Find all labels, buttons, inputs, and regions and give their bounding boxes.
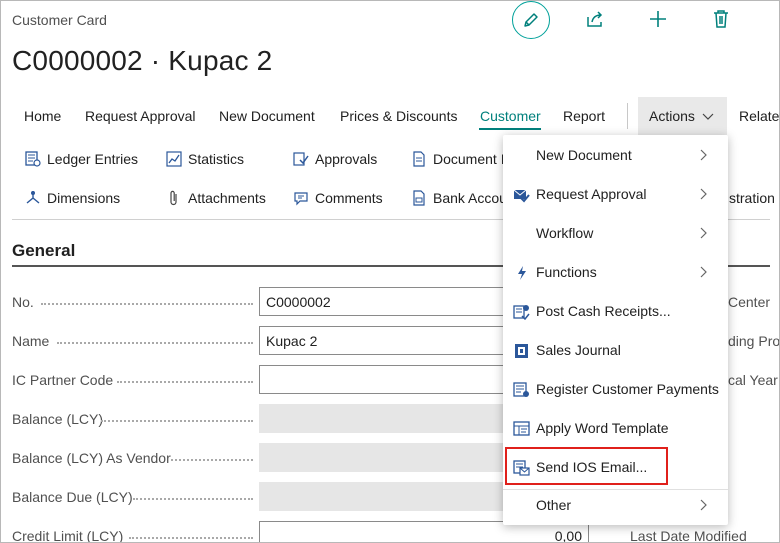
menu-item-label: Sales Journal xyxy=(536,342,621,358)
promoted-label: Dimensions xyxy=(47,190,121,206)
comment-icon xyxy=(293,190,309,206)
customer-card-page: Customer Card C0000002 · Kupac 2 Home Re… xyxy=(0,0,780,543)
menu-item-apply-word-template[interactable]: Apply Word Template xyxy=(503,410,728,446)
paperclip-icon xyxy=(166,190,182,206)
field-label-no: No. xyxy=(12,294,34,310)
right-label-last-date-modified: Last Date Modified xyxy=(630,528,747,543)
pencil-icon xyxy=(524,13,538,27)
action-report[interactable]: Report xyxy=(563,108,605,124)
field-label-balance-lcy-as-vendor: Balance (LCY) As Vendor xyxy=(12,450,171,466)
promoted-approvals[interactable]: Approvals xyxy=(293,151,377,167)
field-label-balance-due-lcy: Balance Due (LCY) xyxy=(12,489,133,505)
leader-dots xyxy=(133,498,253,500)
action-home[interactable]: Home xyxy=(24,108,61,124)
menu-item-label: Workflow xyxy=(536,225,594,241)
actions-label: Actions xyxy=(649,108,695,124)
action-customer[interactable]: Customer xyxy=(480,108,541,124)
chevron-right-icon xyxy=(700,499,707,511)
action-bar-separator xyxy=(627,103,628,129)
menu-item-other[interactable]: Other xyxy=(503,487,728,523)
menu-item-label: Functions xyxy=(536,264,597,280)
document-icon xyxy=(411,151,427,167)
menu-item-label: Request Approval xyxy=(536,186,647,202)
promoted-label: Approvals xyxy=(315,151,378,167)
promoted-label: Bank Accou xyxy=(433,190,507,206)
action-new-document[interactable]: New Document xyxy=(219,108,315,124)
right-label-center: Center xyxy=(728,294,771,310)
promoted-label: Statistics xyxy=(188,151,245,167)
ledger-icon xyxy=(25,151,41,167)
menu-item-label: Register Customer Payments xyxy=(536,381,719,397)
promoted-document[interactable]: Document I xyxy=(411,151,505,167)
share-icon xyxy=(587,11,603,27)
leader-dots xyxy=(57,342,253,344)
plus-icon xyxy=(650,11,666,27)
active-tab-underline xyxy=(479,128,541,130)
promoted-comments[interactable]: Comments xyxy=(293,190,383,206)
action-request-approval[interactable]: Request Approval xyxy=(85,108,196,124)
lightning-icon xyxy=(513,264,530,281)
chevron-right-icon xyxy=(700,149,707,161)
journal-icon xyxy=(513,342,530,359)
approvals-icon xyxy=(293,151,309,167)
record-title: C0000002 · Kupac 2 xyxy=(12,45,273,76)
menu-item-register-customer-payments[interactable]: Register Customer Payments xyxy=(503,371,728,407)
chevron-right-icon xyxy=(700,266,707,278)
menu-item-label: Other xyxy=(536,497,572,513)
delete-button[interactable] xyxy=(709,7,733,31)
edit-button[interactable] xyxy=(512,1,550,39)
approve-icon xyxy=(513,186,530,203)
promoted-ledger-entries[interactable]: Ledger Entries xyxy=(25,151,138,167)
page-caption: Customer Card xyxy=(12,12,107,28)
right-label-pricing-profile: ding Pro xyxy=(728,333,780,349)
promoted-bank-accounts[interactable]: Bank Accou xyxy=(411,190,507,206)
menu-item-label: Apply Word Template xyxy=(536,420,669,436)
section-title-general: General xyxy=(12,241,76,260)
menu-item-label: Post Cash Receipts... xyxy=(536,303,671,319)
action-related[interactable]: Related xyxy=(739,108,779,124)
menu-item-sales-journal[interactable]: Sales Journal xyxy=(503,332,728,368)
promoted-label: Ledger Entries xyxy=(47,151,139,167)
dimensions-icon xyxy=(25,190,41,206)
menu-item-workflow[interactable]: Workflow xyxy=(503,215,728,251)
leader-dots xyxy=(117,381,253,383)
leader-dots xyxy=(101,420,253,422)
chevron-right-icon xyxy=(700,227,707,239)
promoted-label: Attachments xyxy=(188,190,266,206)
field-label-balance-lcy: Balance (LCY) xyxy=(12,411,104,427)
share-button[interactable] xyxy=(583,7,607,31)
promoted-dimensions[interactable]: Dimensions xyxy=(25,190,120,206)
trash-icon xyxy=(714,10,728,28)
actions-menu-button[interactable]: Actions xyxy=(638,97,727,135)
cash-receipt-icon xyxy=(513,303,530,320)
promoted-registration-partial[interactable]: stration xyxy=(729,190,775,206)
promoted-label: Comments xyxy=(315,190,383,206)
promoted-statistics[interactable]: Statistics xyxy=(166,151,244,167)
field-label-credit-limit-lcy: Credit Limit (LCY) xyxy=(12,528,124,543)
field-label-name: Name xyxy=(12,333,50,349)
chevron-down-icon xyxy=(702,113,714,120)
leader-dots xyxy=(171,459,253,461)
highlight-annotation-box xyxy=(505,447,668,485)
bank-icon xyxy=(411,190,427,206)
register-payments-icon xyxy=(513,381,530,398)
leader-dots xyxy=(129,537,253,539)
menu-item-post-cash-receipts[interactable]: Post Cash Receipts... xyxy=(503,293,728,329)
menu-item-functions[interactable]: Functions xyxy=(503,254,728,290)
action-prices-discounts[interactable]: Prices & Discounts xyxy=(340,108,457,124)
promoted-attachments[interactable]: Attachments xyxy=(166,190,266,206)
promoted-label: Document I xyxy=(433,151,505,167)
new-button[interactable] xyxy=(646,7,670,31)
chevron-right-icon xyxy=(700,188,707,200)
menu-item-label: New Document xyxy=(536,147,632,163)
menu-item-request-approval[interactable]: Request Approval xyxy=(503,176,728,212)
word-template-icon xyxy=(513,420,530,437)
leader-dots xyxy=(41,303,253,305)
right-label-fiscal-year: cal Year xyxy=(728,372,778,388)
menu-item-new-document[interactable]: New Document xyxy=(503,137,728,173)
statistics-icon xyxy=(166,151,182,167)
field-label-ic-partner-code: IC Partner Code xyxy=(12,372,114,388)
